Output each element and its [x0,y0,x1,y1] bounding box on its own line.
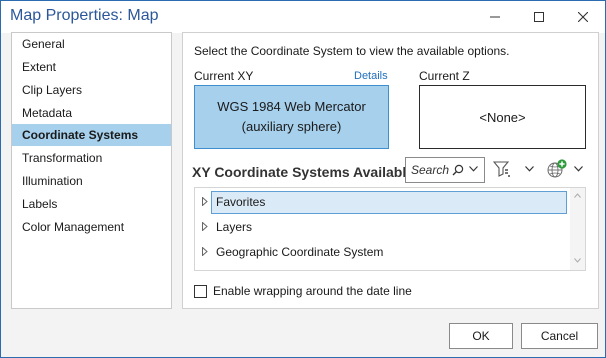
add-coordinate-system-button[interactable] [545,156,569,182]
tree-item-label: Geographic Coordinate System [216,245,384,259]
scroll-down-icon[interactable] [574,258,581,263]
filter-icon [493,161,510,177]
add-dropdown-button[interactable] [571,157,585,181]
current-z-box[interactable]: <None> [419,85,586,149]
tree-item-favorites[interactable]: Favorites [195,190,570,214]
details-link[interactable]: Details [354,70,388,82]
nav-item-extent[interactable]: Extent [12,56,171,78]
maximize-button[interactable] [517,1,561,33]
search-icon [452,164,464,176]
window-title: Map Properties: Map [10,7,159,24]
ok-button[interactable]: OK [449,323,513,349]
current-xy-label: Current XY [194,69,254,83]
coordinate-systems-panel: Select the Coordinate System to view the… [182,32,599,309]
wrap-dateline-checkbox[interactable] [194,285,207,298]
close-icon [578,12,588,22]
wrap-dateline-label[interactable]: Enable wrapping around the date line [213,284,412,298]
minimize-icon [490,16,500,18]
available-systems-title: XY Coordinate Systems Available [192,164,415,180]
scroll-up-icon[interactable] [574,193,581,198]
map-properties-dialog: Map Properties: Map General Extent Clip … [0,0,606,358]
nav-item-coordinate-systems[interactable]: Coordinate Systems [12,124,171,146]
nav-item-general[interactable]: General [12,33,171,55]
tree-item-geographic[interactable]: Geographic Coordinate System [195,240,570,264]
filter-dropdown-button[interactable] [522,157,536,181]
chevron-down-icon [524,166,534,172]
maximize-icon [534,12,544,22]
nav-item-clip-layers[interactable]: Clip Layers [12,79,171,101]
chevron-down-icon [573,166,583,172]
globe-add-icon [547,159,567,178]
tree-item-layers[interactable]: Layers [195,215,570,239]
instruction-text: Select the Coordinate System to view the… [194,44,510,58]
current-xy-box[interactable]: WGS 1984 Web Mercator (auxiliary sphere) [194,85,389,149]
search-placeholder: Search [411,163,450,177]
expand-arrow-icon[interactable] [202,247,208,256]
nav-item-color-management[interactable]: Color Management [12,216,171,238]
nav-item-transformation[interactable]: Transformation [12,147,171,169]
nav-item-illumination[interactable]: Illumination [12,170,171,192]
title-bar: Map Properties: Map [1,1,605,33]
close-button[interactable] [561,1,605,33]
nav-item-metadata[interactable]: Metadata [12,102,171,124]
tree-item-label: Favorites [216,195,266,209]
expand-arrow-icon[interactable] [202,197,208,206]
current-z-value: <None> [479,109,526,125]
cancel-button[interactable]: Cancel [521,323,598,349]
category-nav: General Extent Clip Layers Metadata Coor… [11,32,172,309]
coordinate-system-tree: Favorites Layers Geographic Coordinate S… [194,187,586,271]
expand-arrow-icon[interactable] [202,222,208,231]
tree-item-label: Layers [216,220,253,234]
nav-item-labels[interactable]: Labels [12,193,171,215]
current-xy-value: WGS 1984 Web Mercator (auxiliary sphere) [217,99,366,134]
tree-scrollbar[interactable] [570,188,585,270]
minimize-button[interactable] [473,1,517,33]
filter-button[interactable] [492,157,512,181]
search-dropdown-chevron-icon[interactable] [469,166,478,172]
current-z-label: Current Z [419,69,470,83]
search-input[interactable]: Search [405,157,485,183]
